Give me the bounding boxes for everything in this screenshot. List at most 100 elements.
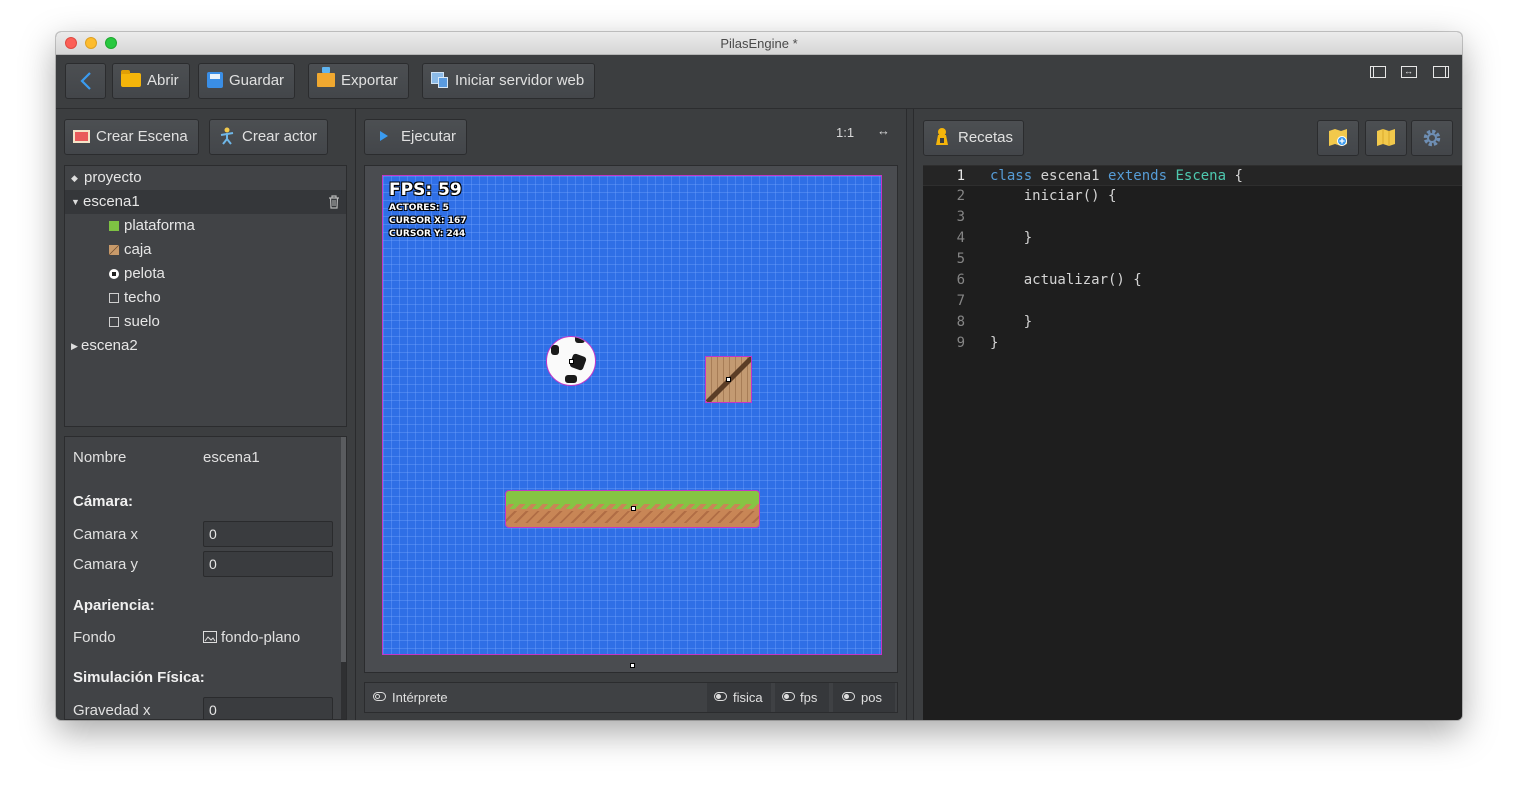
run-button[interactable]: Ejecutar [364,119,468,155]
layout-left-panel-icon[interactable] [1370,66,1386,78]
web-server-button-label: Iniciar servidor web [455,72,585,89]
camera-x-input[interactable]: 0 [203,521,333,547]
line-number: 7 [956,293,965,309]
gravity-x-input[interactable]: 0 [203,697,333,719]
tree-item-scene-escena1[interactable]: ▼ escena1 [65,190,346,214]
tree-item-label: plataforma [124,217,195,234]
code-line[interactable]: 2 iniciar() { [923,186,1462,207]
save-disk-icon [207,72,223,89]
toggle-on-icon [782,692,795,701]
actor-handle[interactable] [631,506,636,511]
code-keyword: class [990,168,1033,184]
cursor-y-overlay: CURSOR Y: 244 [389,229,466,239]
physics-toggle-label: fisica [733,690,763,705]
fps-toggle[interactable]: fps [775,683,829,712]
diamond-icon: ◆ [71,173,78,183]
code-token: iniciar() { [990,188,1117,204]
recipes-button[interactable]: Recetas [923,120,1025,156]
background-value: fondo-plano [221,629,301,646]
actor-handle[interactable] [569,359,574,364]
cursor-x-overlay: CURSOR X: 167 [389,216,467,226]
app-window: PilasEngine * Abrir Guardar Exportar Ini… [56,32,1462,720]
window-title: PilasEngine * [720,36,798,51]
game-canvas[interactable]: FPS: 59 ACTORES: 5 CURSOR X: 167 CURSOR … [382,175,882,655]
code-token: actualizar() { [990,272,1142,288]
camera-heading: Cámara: [73,493,134,510]
code-line[interactable]: 1 class escena1 extends Escena { [923,165,1462,186]
folder-icon [121,70,141,88]
code-line[interactable]: 4 } [923,228,1462,249]
scene-icon [73,129,90,143]
tree-item-label: suelo [124,313,160,330]
interpreter-toggle-icon[interactable] [373,692,386,701]
floor-actor-handle[interactable] [630,663,635,668]
layout-right-panel-icon[interactable] [1433,66,1449,78]
expand-canvas-icon[interactable]: ↔ [877,123,890,138]
tree-item-actor-suelo[interactable]: suelo [65,310,346,334]
code-line[interactable]: 6 actualizar() { [923,270,1462,291]
caret-down-icon: ▼ [71,197,80,207]
recipe-chef-icon [936,128,948,146]
line-number: 2 [956,188,965,204]
line-number: 1 [956,168,965,184]
map-icon [1377,129,1395,146]
map-add-icon [1329,129,1347,146]
code-editor[interactable]: 1 class escena1 extends Escena {2 iniciar… [923,165,1462,720]
appearance-heading: Apariencia: [73,597,155,614]
empty-swatch-icon [109,317,119,327]
create-actor-button[interactable]: Crear actor [209,119,329,155]
game-canvas-container: FPS: 59 ACTORES: 5 CURSOR X: 167 CURSOR … [364,165,898,673]
trash-icon[interactable] [328,195,340,209]
code-line[interactable]: 5 [923,249,1462,270]
properties-inspector: Nombre escena1 Cámara: Camara x 0 Camara… [64,436,347,720]
name-value[interactable]: escena1 [203,449,260,466]
canvas-status-bar: Intérprete fisica fps pos [364,682,898,713]
code-token: } [990,335,999,351]
physics-heading: Simulación Física: [73,669,205,686]
caret-right-icon: ▶ [71,341,78,351]
create-scene-button[interactable]: Crear Escena [64,119,199,155]
actor-pelota[interactable] [546,336,596,386]
settings-button[interactable] [1411,120,1453,156]
tree-item-actor-caja[interactable]: caja [65,238,346,262]
zoom-level[interactable]: 1:1 [836,125,854,140]
actor-caja[interactable] [705,356,752,403]
back-button[interactable] [65,63,106,99]
tree-item-actor-pelota[interactable]: pelota [65,262,346,286]
layout-expand-icon[interactable]: ↔ [1401,66,1417,78]
camera-y-input[interactable]: 0 [203,551,333,577]
fps-overlay: FPS: 59 [389,180,462,200]
actor-plataforma[interactable] [505,490,760,528]
tree-item-actor-techo[interactable]: techo [65,286,346,310]
code-line[interactable]: 7 [923,291,1462,312]
tree-item-project[interactable]: ◆ proyecto [65,166,346,190]
web-server-button[interactable]: Iniciar servidor web [422,63,596,99]
properties-scrollbar[interactable] [341,437,346,719]
actor-handle[interactable] [726,377,731,382]
code-line[interactable]: 9} [923,333,1462,354]
tree-item-actor-plataforma[interactable]: plataforma [65,214,346,238]
recipes-button-label: Recetas [958,129,1014,146]
code-line[interactable]: 8 } [923,312,1462,333]
platform-swatch-icon [109,221,119,231]
tree-item-label: escena2 [81,337,138,354]
gravity-x-label: Gravedad x [73,702,151,719]
line-number: 9 [956,335,965,351]
map-button[interactable] [1365,120,1407,156]
physics-toggle[interactable]: fisica [707,683,771,712]
background-selector[interactable]: fondo-plano [203,629,300,646]
pos-toggle[interactable]: pos [833,683,895,712]
export-button[interactable]: Exportar [308,63,409,99]
crate-swatch-icon [109,245,119,255]
tree-item-label: escena1 [83,193,140,210]
save-button[interactable]: Guardar [198,63,296,99]
interpreter-label[interactable]: Intérprete [392,690,448,705]
add-map-button[interactable] [1317,120,1359,156]
open-button[interactable]: Abrir [112,63,190,99]
code-line[interactable]: 3 [923,207,1462,228]
scrollbar-thumb[interactable] [341,437,346,662]
panel-splitter[interactable] [906,109,914,720]
fps-toggle-label: fps [800,690,818,705]
line-number: 4 [956,230,965,246]
tree-item-scene-escena2[interactable]: ▶ escena2 [65,334,346,358]
